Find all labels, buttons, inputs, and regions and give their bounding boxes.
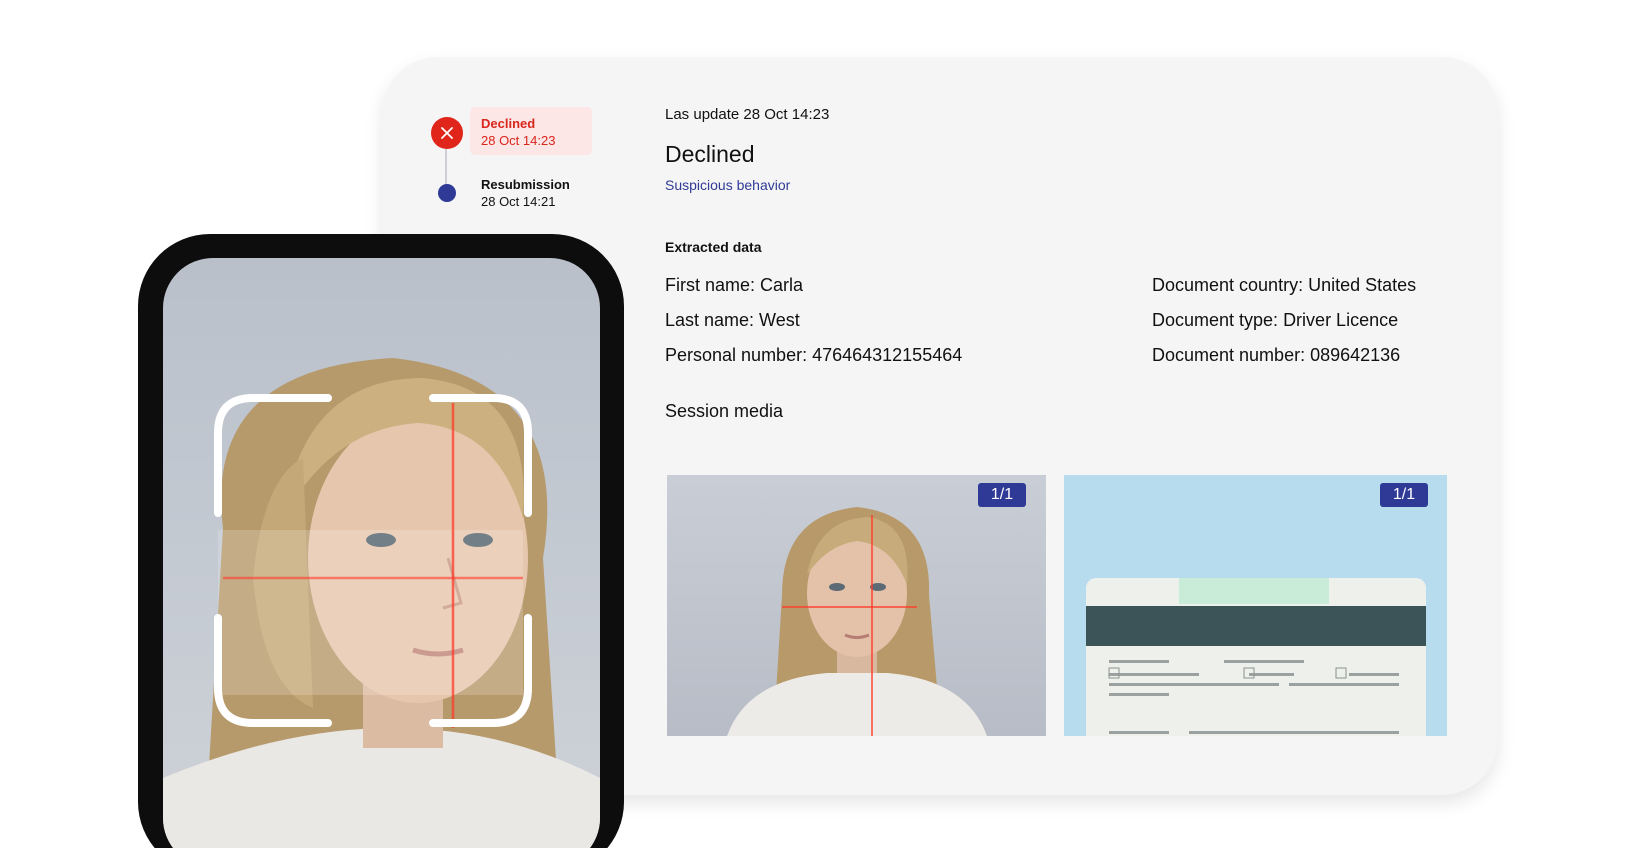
- session-media-heading: Session media: [665, 401, 784, 421]
- timeline-item-title: Declined: [481, 116, 536, 131]
- field-personal-number: Personal number: 476464312155464: [665, 345, 963, 365]
- field-document-country: Document country: United States: [1152, 275, 1417, 295]
- field-first-name: First name: Carla: [665, 275, 804, 295]
- last-update-text: Las update 28 Oct 14:23: [665, 106, 830, 123]
- media-thumbnail-face[interactable]: 1/1: [667, 475, 1046, 736]
- declined-status-icon: [431, 117, 463, 149]
- driver-licence-illustration: [1086, 578, 1426, 736]
- timeline-item-title: Resubmission: [481, 177, 570, 192]
- resubmission-status-dot: [438, 184, 456, 202]
- extracted-data-heading: Extracted data: [665, 239, 762, 255]
- face-scan-illustration: [163, 358, 600, 848]
- timeline-item-time: 28 Oct 14:23: [481, 133, 556, 148]
- field-document-number: Document number: 089642136: [1152, 345, 1401, 365]
- page-count-badge: 1/1: [1380, 483, 1428, 507]
- phone-screen-face-scan: [163, 258, 600, 848]
- close-icon: [441, 127, 453, 139]
- page-count-badge: 1/1: [978, 483, 1026, 507]
- status-reason: Suspicious behavior: [665, 177, 791, 193]
- timeline-item-resubmission[interactable]: Resubmission 28 Oct 14:21: [481, 176, 570, 210]
- face-photo-illustration: [727, 507, 987, 736]
- field-document-type: Document type: Driver Licence: [1152, 310, 1399, 330]
- field-last-name: Last name: West: [665, 310, 800, 330]
- status-title: Declined: [665, 141, 755, 167]
- timeline-item-declined[interactable]: Declined 28 Oct 14:23: [470, 107, 592, 155]
- media-thumbnail-document[interactable]: 1/1: [1064, 475, 1447, 736]
- timeline-item-time: 28 Oct 14:21: [481, 194, 556, 209]
